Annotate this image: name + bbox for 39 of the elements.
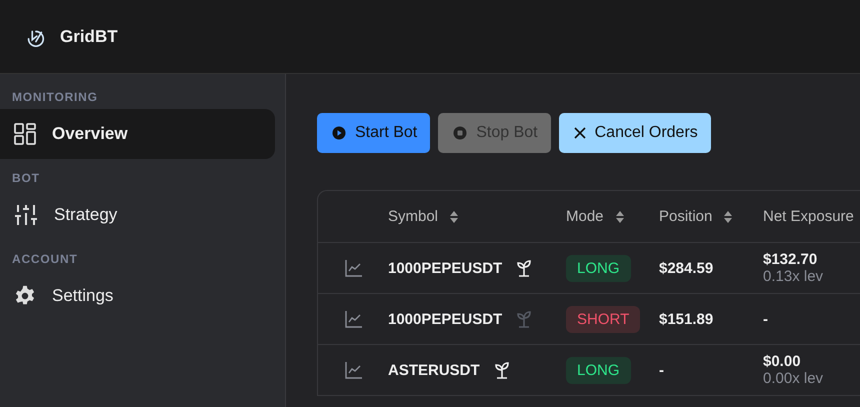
grid-icon (14, 123, 36, 145)
sliders-icon (14, 204, 38, 226)
exposure-value: $0.00 (763, 353, 802, 370)
settings-icon (14, 285, 36, 307)
mode-badge: SHORT (566, 306, 640, 332)
mode-badge: LONG (566, 254, 631, 282)
action-button[interactable]: Cancel Orders (558, 113, 711, 153)
symbol-cell: 1000PEPEUSDT (388, 260, 502, 276)
symbol-cell: 1000PEPEUSDT (388, 310, 502, 328)
symbol-cell: ASTERUSDT (388, 362, 480, 378)
position-cell: - (659, 362, 664, 378)
app-title: GridBT (60, 26, 118, 46)
sort-icon[interactable] (724, 210, 732, 222)
position-cell: $151.89 (659, 310, 714, 328)
nav-item[interactable]: Strategy (0, 190, 275, 240)
close-icon (574, 127, 586, 139)
play-icon (332, 126, 346, 140)
column-header[interactable]: Symbol (388, 208, 438, 225)
line-chart-icon[interactable] (344, 362, 362, 378)
section-heading: MONITORING (11, 90, 99, 106)
leverage-value: 0.00x lev (763, 370, 824, 387)
nav-item[interactable]: Settings (0, 271, 275, 321)
line-chart-icon[interactable] (344, 310, 362, 328)
section-heading: BOT (11, 171, 41, 187)
mode-badge: LONG (566, 356, 631, 384)
column-header[interactable]: Net Exposure (763, 208, 854, 225)
section-heading: ACCOUNT (11, 252, 79, 268)
exposure-value: $132.70 (763, 251, 818, 268)
nav-item[interactable]: Overview (0, 109, 275, 159)
column-header[interactable]: Position (659, 208, 712, 225)
position-cell: $284.59 (659, 260, 714, 276)
stop-icon (453, 126, 468, 140)
line-chart-icon[interactable] (344, 260, 362, 276)
action-button[interactable]: Start Bot (317, 113, 430, 153)
leverage-value: 0.13x lev (763, 268, 824, 285)
column-header[interactable]: Mode (566, 208, 604, 225)
exposure-value: - (763, 310, 769, 328)
sort-icon[interactable] (616, 210, 624, 222)
sort-icon[interactable] (450, 210, 458, 222)
